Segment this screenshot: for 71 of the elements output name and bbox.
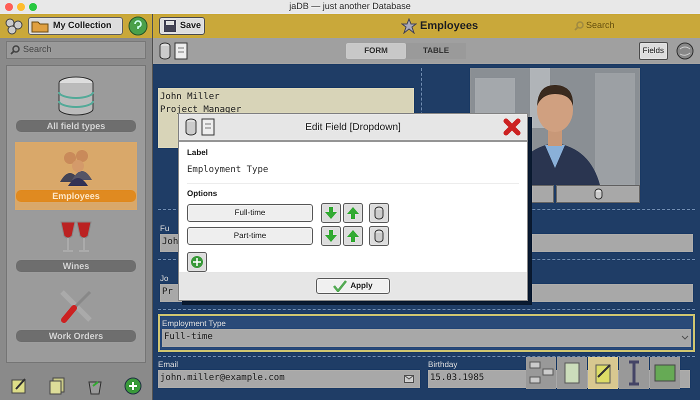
add-icon[interactable] (124, 377, 142, 395)
selected-field-panel[interactable]: Employment Type Full-time (158, 314, 695, 352)
database-icon[interactable] (369, 203, 389, 223)
apply-button-label: Apply (350, 280, 373, 292)
help-icon[interactable] (128, 16, 148, 36)
view-title: Employees (420, 18, 478, 34)
collection-button-label: My Collection (53, 19, 112, 32)
edit-icon[interactable] (10, 377, 28, 395)
collection-button[interactable]: My Collection (28, 17, 123, 35)
collection-item-label: All field types (16, 120, 136, 132)
apply-button[interactable]: Apply (316, 278, 390, 294)
document-icon[interactable] (174, 42, 188, 60)
collection-item-label: Work Orders (16, 330, 136, 342)
save-button-label: Save (180, 19, 202, 32)
envelope-icon[interactable] (404, 375, 414, 383)
input-field[interactable]: john.miller@example.com (158, 370, 420, 388)
option-button[interactable]: Part-time (187, 227, 313, 245)
arrow-up-icon[interactable] (343, 203, 363, 223)
checkmark-icon (333, 280, 348, 292)
field-value: Joh (162, 236, 178, 250)
arrow-up-icon[interactable] (343, 226, 363, 246)
search-input[interactable]: Search (586, 19, 631, 33)
star-icon (401, 18, 418, 34)
search-icon (574, 21, 584, 31)
globe-icon[interactable] (676, 42, 694, 60)
section-heading: Options (187, 188, 218, 200)
search-field[interactable]: Search (574, 18, 634, 34)
search-input[interactable]: Search (23, 43, 133, 57)
database-icon[interactable] (185, 118, 197, 136)
page-icon[interactable] (557, 357, 587, 389)
field-label: Employment Type (162, 319, 226, 329)
arrow-down-icon[interactable] (321, 203, 341, 223)
search-icon (10, 45, 20, 55)
add-icon[interactable] (187, 252, 207, 272)
field-label: Jo (160, 274, 168, 284)
option-button[interactable]: Full-time (187, 204, 313, 222)
field-value: Pr (162, 286, 173, 300)
field-value: john.miller@example.com (160, 372, 285, 386)
field-label: Email (158, 360, 180, 370)
close-icon[interactable] (503, 118, 521, 136)
edit-icon[interactable] (588, 357, 618, 389)
search-field[interactable]: Search (6, 41, 146, 59)
chevron-down-icon (681, 335, 689, 341)
document-icon[interactable] (201, 118, 215, 136)
view-tab[interactable]: TABLE (406, 43, 466, 59)
field-label: Fu (160, 224, 170, 234)
database-icon (56, 76, 96, 116)
field-label: Birthday (428, 360, 458, 370)
arrow-down-icon[interactable] (321, 226, 341, 246)
database-icon[interactable] (369, 226, 389, 246)
window-title: jaDB — just another Database (288, 0, 412, 14)
field-value: 15.03.1985 (430, 372, 484, 386)
collection-item-label: Wines (16, 260, 136, 272)
folder-icon (31, 19, 49, 33)
image-icon[interactable] (650, 357, 680, 389)
database-icon (594, 188, 602, 200)
fields-button[interactable]: Fields (638, 42, 668, 60)
section-heading: Label (187, 147, 209, 159)
summary-line: Project Manager (160, 104, 242, 117)
dialog-title: Edit Field [Dropdown] (304, 120, 402, 134)
view-tab[interactable]: FORM (346, 43, 406, 59)
dropdown-field[interactable]: Full-time (162, 329, 691, 347)
photo-button[interactable] (556, 185, 640, 203)
field-value: Full-time (164, 331, 213, 344)
summary-line: John Miller (160, 91, 221, 104)
copy-icon[interactable] (48, 377, 66, 395)
database-icon[interactable] (159, 42, 171, 60)
save-button[interactable]: Save (159, 17, 206, 35)
layout-icon[interactable] (526, 357, 556, 389)
label-value: Employment Type (187, 164, 519, 184)
collection-item-label: Employees (16, 190, 136, 202)
